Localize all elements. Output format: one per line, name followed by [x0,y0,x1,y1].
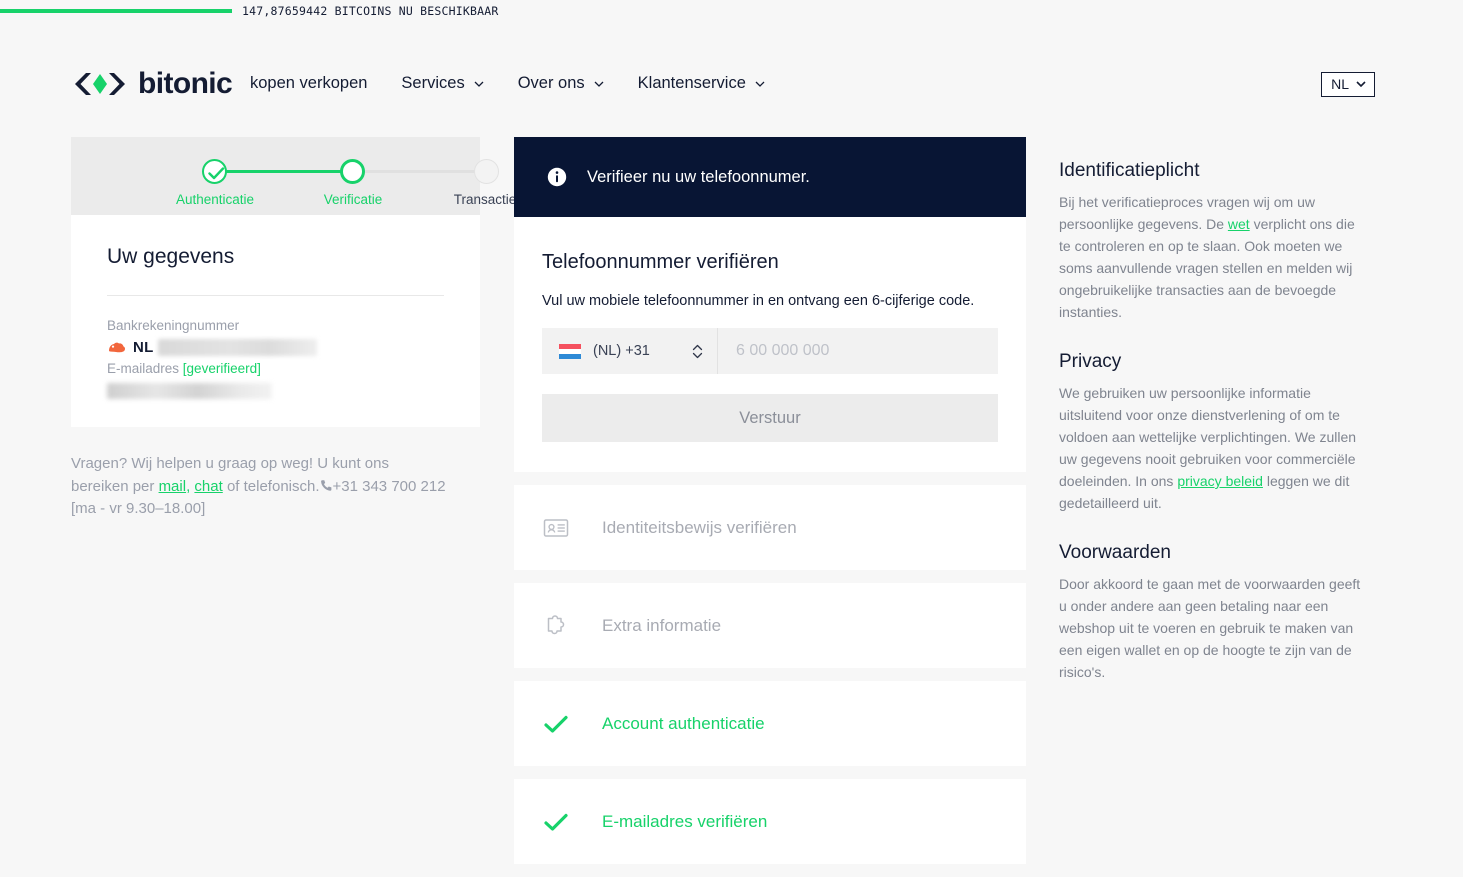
section-body: Bij het verificatieproces vragen wij om … [1059,191,1369,323]
phone-icon [320,479,331,491]
email-label: E-mailadres [107,361,180,376]
email-label-row: E-mailadres [geverifieerd] [107,361,444,376]
info-icon [547,167,567,187]
bitcoin-ticker: 147,87659442 BITCOINS NU BESCHIKBAAR [0,0,1463,22]
accordion-label: Account authenticatie [602,713,765,733]
phone-verification-card: Telefoonnummer verifiëren Vul uw mobiele… [514,217,1026,472]
step-dot-authenticatie[interactable] [202,159,227,184]
nav-label: Klantenservice [637,74,746,92]
check-icon [544,813,568,831]
section-title: Privacy [1059,351,1122,372]
section-title: Identificatieplicht [1059,160,1200,181]
check-icon [544,715,568,733]
help-after-links: of telefonisch. [222,477,320,495]
divider [107,295,444,296]
left-column: Authenticatie Verificatie Transactie Uw … [71,137,516,521]
help-text: Vragen? Wij helpen u graag op weg! U kun… [71,453,471,521]
country-code-value: (NL) +31 [593,343,650,359]
chevron-down-icon [474,81,484,87]
language-value: NL [1331,76,1349,92]
privacy-beleid-link[interactable]: privacy beleid [1177,473,1263,489]
check-icon [207,166,224,179]
accordion-emailadres-verifieren[interactable]: E-mailadres verifiëren [514,779,1026,864]
nav-item-klantenservice[interactable]: Klantenservice [638,74,765,93]
step-label-authenticatie: Authenticatie [175,192,255,207]
bank-logo-icon [109,342,126,353]
stepper-segment-completed [215,170,353,173]
phone-card-subtitle: Vul uw mobiele telefoonnummer in en ontv… [542,293,975,309]
logo-text: bitonic [138,67,233,100]
country-code-selector[interactable]: (NL) +31 [542,328,718,374]
accordion-account-authenticatie[interactable]: Account authenticatie [514,681,1026,766]
accordion-extra-informatie[interactable]: Extra informatie [514,583,1026,668]
help-before-links: bereiken per [71,477,159,495]
nav-label: Services [401,74,465,92]
iban-redacted-value [157,339,317,356]
step-label-verificatie: Verificatie [323,192,383,207]
stepper-segment-remaining [353,170,483,173]
section-body: Door akkoord te gaan met de voorwaarden … [1059,576,1361,680]
bank-account-label: Bankrekeningnummer [107,318,240,333]
chevron-down-icon [1356,81,1366,87]
email-redacted-value [107,383,272,399]
ticker-text: 147,87659442 BITCOINS NU BESCHIKBAAR [242,4,499,18]
sidebar-section-identificatieplicht: Identificatieplicht Bij het verificatiep… [1059,160,1369,323]
section-title: Voorwaarden [1059,542,1171,563]
nav-item-kopen-verkopen[interactable]: kopen verkopen [250,74,367,93]
nav-label: Over ons [517,74,585,92]
progress-stepper: Authenticatie Verificatie Transactie [71,137,516,215]
middle-column: Verifieer nu uw telefoonnumer. Telefoonn… [514,137,1026,877]
step-dot-verificatie[interactable] [340,159,365,184]
bitonic-logo[interactable]: bitonic [71,67,233,100]
wet-link[interactable]: wet [1228,216,1250,232]
iban-prefix: NL [133,339,154,356]
accordion-label: E-mailadres verifiëren [602,811,768,831]
site-header: bitonic kopen verkopen Services Over ons… [0,22,1463,106]
chevron-down-icon [594,81,604,87]
ticker-progress-bar [0,9,232,13]
nav-item-over-ons[interactable]: Over ons [518,74,604,93]
logo-mark-icon [75,73,125,95]
step-dot-transactie[interactable] [474,159,499,184]
details-card: Authenticatie Verificatie Transactie Uw … [71,137,516,427]
step-label-transactie: Transactie [453,192,517,207]
help-line-1: Vragen? Wij helpen u graag op weg! U kun… [71,455,389,472]
panel-title: Uw gegevens [107,245,235,268]
chevron-down-icon [755,81,765,87]
accordion-label: Extra informatie [602,615,722,635]
sidebar-section-privacy: Privacy We gebruiken uw persoonlijke inf… [1059,351,1369,514]
language-selector[interactable]: NL [1321,72,1375,97]
help-phone-number[interactable]: +31 343 700 212 [333,478,446,495]
phone-input-group: (NL) +31 [542,328,998,374]
spinner-updown-icon [692,344,703,358]
netherlands-flag-icon [559,343,581,359]
accordion-label: Identiteitsbewijs verifiëren [602,517,797,537]
banner-text: Verifieer nu uw telefoonnumer. [587,167,810,186]
accordion-identiteitsbewijs[interactable]: Identiteitsbewijs verifiëren [514,485,1026,570]
mail-link[interactable]: mail [159,478,187,495]
user-details-panel: Uw gegevens Bankrekeningnummer NL E-mail… [71,215,480,427]
bank-account-value-row: NL [107,339,444,356]
nav-item-services[interactable]: Services [401,74,484,93]
puzzle-piece-icon [547,614,565,634]
id-card-icon [543,518,569,537]
email-verified-badge: [geverifieerd] [182,361,261,376]
section-body: We gebruiken uw persoonlijke informatie … [1059,382,1369,514]
info-sidebar: Identificatieplicht Bij het verificatiep… [1059,160,1369,711]
submit-button[interactable]: Verstuur [542,394,998,442]
help-hours: [ma - vr 9.30–18.00] [71,500,206,517]
phone-card-title: Telefoonnummer verifiëren [542,251,779,273]
info-banner: Verifieer nu uw telefoonnumer. [514,137,1026,217]
main-navigation: kopen verkopen Services Over ons Klanten… [250,74,765,93]
sidebar-section-voorwaarden: Voorwaarden Door akkoord te gaan met de … [1059,542,1369,683]
nav-label: kopen verkopen [250,74,368,92]
chat-link[interactable]: chat [194,478,222,495]
phone-number-input[interactable] [718,328,998,374]
